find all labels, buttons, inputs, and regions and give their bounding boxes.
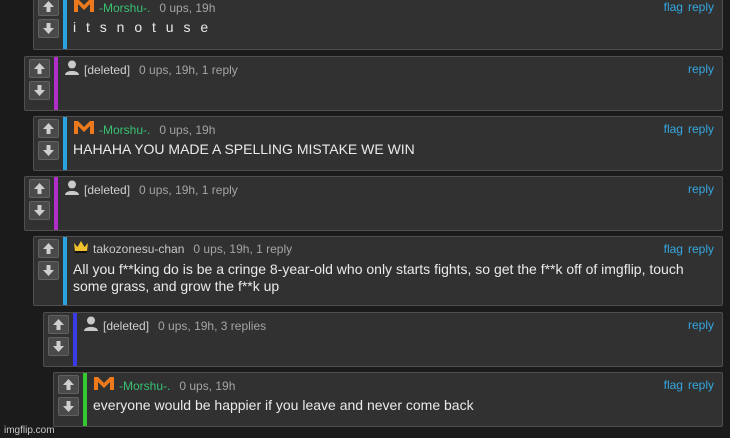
comment-meta: 0 ups, 19h, 1 reply	[139, 63, 238, 78]
comment-header: takozonesu-chan 0 ups, 19h, 1 reply flag r…	[73, 241, 714, 257]
arrow-down-icon	[43, 23, 54, 34]
thread-bar	[63, 0, 67, 49]
vote-controls	[34, 237, 61, 305]
username-link[interactable]: -Morshu-.	[99, 1, 150, 15]
flag-link[interactable]: flag	[664, 242, 683, 256]
arrow-up-icon	[43, 123, 54, 134]
reply-link[interactable]: reply	[688, 122, 714, 136]
crown-icon[interactable]	[73, 239, 89, 257]
morshu-avatar-icon[interactable]	[73, 0, 95, 17]
default-avatar-icon	[83, 315, 99, 335]
arrow-up-icon	[63, 379, 74, 390]
thread-bar	[54, 177, 58, 230]
upvote-button[interactable]	[29, 179, 50, 198]
comment-header: -Morshu-. 0 ups, 19h flag reply	[93, 377, 714, 393]
comment-meta: 0 ups, 19h, 1 reply	[193, 242, 293, 257]
comment: -Morshu-. 0 ups, 19h flag reply i t s n o …	[33, 0, 723, 50]
arrow-up-icon	[34, 63, 45, 74]
comment-text: All you f**king do is be a cringe 8-year…	[73, 261, 684, 294]
username-link[interactable]: takozonesu-chan	[93, 242, 184, 256]
thread-bar	[63, 117, 67, 170]
downvote-button[interactable]	[29, 81, 50, 100]
username-deleted: [deleted]	[103, 319, 150, 334]
upvote-button[interactable]	[38, 119, 59, 138]
username-link[interactable]: -Morshu-.	[119, 379, 170, 393]
username-link[interactable]: -Morshu-.	[99, 123, 150, 137]
arrow-down-icon	[53, 341, 64, 352]
vote-controls	[25, 57, 52, 110]
flag-link[interactable]: flag	[664, 378, 683, 392]
thread-bar	[54, 57, 58, 110]
imgflip-watermark: imgflip.com	[4, 425, 55, 436]
comment-meta: 0 ups, 19h	[159, 1, 216, 16]
morshu-avatar-icon[interactable]	[73, 119, 95, 139]
upvote-button[interactable]	[58, 375, 79, 394]
arrow-up-icon	[43, 1, 54, 12]
arrow-up-icon	[53, 319, 64, 330]
comment: -Morshu-. 0 ups, 19h flag reply everyone w…	[53, 372, 723, 427]
upvote-button[interactable]	[38, 0, 59, 16]
vote-controls	[34, 117, 61, 170]
flag-link[interactable]: flag	[664, 122, 683, 136]
comment-header: -Morshu-. 0 ups, 19h flag reply	[73, 0, 714, 15]
comment-header: [deleted] 0 ups, 19h, 3 replies reply	[83, 315, 714, 335]
thread-bar	[83, 373, 87, 426]
comment: takozonesu-chan 0 ups, 19h, 1 reply flag r…	[33, 236, 723, 306]
username-deleted: [deleted]	[84, 63, 131, 78]
arrow-down-icon	[43, 145, 54, 156]
arrow-down-icon	[63, 401, 74, 412]
comment-text: i t s n o t u s e	[73, 19, 212, 35]
comment: [deleted] 0 ups, 19h, 1 reply reply	[24, 176, 723, 231]
thread-bar	[73, 313, 77, 366]
downvote-button[interactable]	[48, 337, 69, 356]
comment-text: HAHAHA YOU MADE A SPELLING MISTAKE WE WI…	[73, 141, 415, 157]
arrow-down-icon	[34, 205, 45, 216]
downvote-button[interactable]	[29, 201, 50, 220]
upvote-button[interactable]	[48, 315, 69, 334]
reply-link[interactable]: reply	[688, 242, 714, 256]
comment-header: [deleted] 0 ups, 19h, 1 reply reply	[64, 179, 714, 199]
reply-link[interactable]: reply	[688, 182, 714, 196]
username-deleted: [deleted]	[84, 183, 131, 198]
downvote-button[interactable]	[38, 19, 59, 38]
reply-link[interactable]: reply	[688, 0, 714, 14]
vote-controls	[34, 0, 61, 49]
default-avatar-icon	[64, 59, 80, 79]
morshu-avatar-icon[interactable]	[93, 375, 115, 395]
vote-controls	[25, 177, 52, 230]
flag-link[interactable]: flag	[664, 0, 683, 14]
comment-header: [deleted] 0 ups, 19h, 1 reply reply	[64, 59, 714, 79]
upvote-button[interactable]	[29, 59, 50, 78]
comment-header: -Morshu-. 0 ups, 19h flag reply	[73, 121, 714, 137]
downvote-button[interactable]	[58, 397, 79, 416]
comment: [deleted] 0 ups, 19h, 1 reply reply	[24, 56, 723, 111]
thread-bar	[63, 237, 67, 305]
reply-link[interactable]: reply	[688, 62, 714, 76]
reply-link[interactable]: reply	[688, 378, 714, 392]
comment-text: everyone would be happier if you leave a…	[93, 397, 474, 413]
vote-controls	[54, 373, 81, 426]
comment: -Morshu-. 0 ups, 19h flag reply HAHAHA YOU…	[33, 116, 723, 171]
arrow-up-icon	[43, 243, 54, 254]
upvote-button[interactable]	[38, 239, 59, 258]
arrow-down-icon	[43, 265, 54, 276]
vote-controls	[44, 313, 71, 366]
comment-meta: 0 ups, 19h	[159, 123, 216, 138]
comment-meta: 0 ups, 19h	[179, 379, 236, 394]
comment-meta: 0 ups, 19h, 1 reply	[139, 183, 238, 198]
downvote-button[interactable]	[38, 261, 59, 280]
default-avatar-icon	[64, 179, 80, 199]
arrow-down-icon	[34, 85, 45, 96]
downvote-button[interactable]	[38, 141, 59, 160]
arrow-up-icon	[34, 183, 45, 194]
reply-link[interactable]: reply	[688, 318, 714, 332]
comment-meta: 0 ups, 19h, 3 replies	[158, 319, 267, 334]
comment: [deleted] 0 ups, 19h, 3 replies reply	[43, 312, 723, 367]
